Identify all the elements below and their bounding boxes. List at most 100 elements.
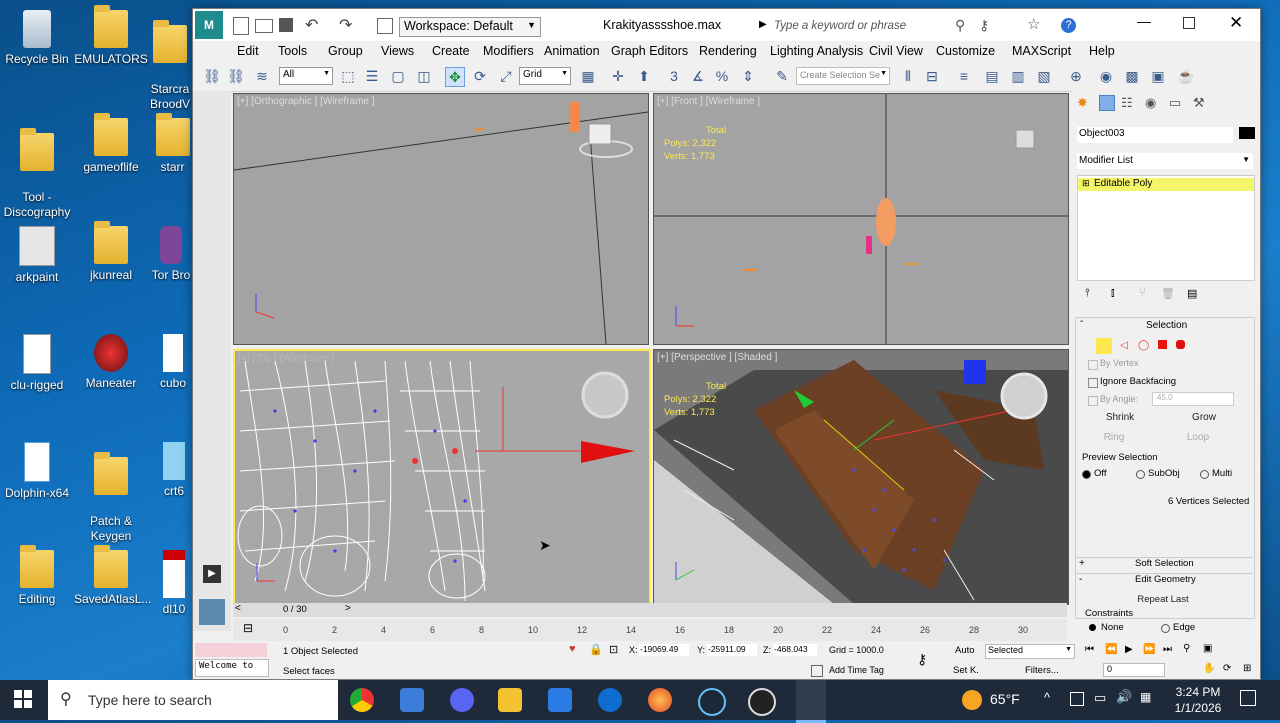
add-time-tag-button[interactable]: Add Time Tag [829, 665, 884, 675]
desktop-icon-gameoflife[interactable]: gameoflife [74, 113, 148, 175]
start-button-icon[interactable] [14, 690, 32, 708]
desktop-icon-dolphin[interactable]: Dolphin-x64 [0, 442, 74, 501]
key-filter-dropdown[interactable]: Selected ▼ [985, 644, 1075, 659]
material-editor-icon[interactable]: ◉ [1097, 67, 1115, 85]
binoculars-icon[interactable]: ⚲ [955, 17, 965, 34]
menu-graph-editors[interactable]: Graph Editors [611, 44, 688, 58]
ref-coord-dropdown[interactable]: Grid ▼ [519, 67, 571, 85]
desktop-icon-patch-keygen[interactable]: Patch & Keygen [74, 442, 148, 544]
menu-tools[interactable]: Tools [278, 44, 307, 58]
notification-icon[interactable] [1240, 690, 1256, 706]
clock[interactable]: 3:24 PM 1/1/2026 [1168, 684, 1228, 716]
chrome-icon[interactable] [350, 688, 374, 712]
open-icon[interactable] [255, 19, 273, 33]
percent-snap-icon[interactable]: % [713, 67, 731, 85]
named-selection-dropdown[interactable]: Create Selection Se ▼ [796, 67, 890, 85]
current-frame-field[interactable]: 0 [1103, 663, 1165, 677]
track-bar[interactable]: ⊟ 0 2 4 6 8 10 12 14 16 18 20 22 24 26 28 30 [233, 619, 1067, 641]
constraint-edge-radio[interactable] [1161, 624, 1170, 633]
next-frame-icon[interactable]: ⏩ [1143, 644, 1155, 655]
language-icon[interactable]: ▦ [1140, 690, 1151, 704]
menu-customize[interactable]: Customize [936, 44, 995, 58]
tray-app-icon[interactable] [1070, 692, 1084, 706]
volume-icon[interactable]: 🔊 [1116, 689, 1132, 705]
vertex-mode-icon[interactable] [1096, 338, 1112, 354]
viewport-label[interactable]: [+] [Perspective ] [Shaded ] [657, 352, 777, 363]
z-coordinate-field[interactable]: -468.043 [773, 644, 817, 656]
edge-mode-icon[interactable]: ◁ [1120, 340, 1128, 351]
app-logo-icon[interactable]: M [195, 11, 223, 39]
desktop-icon-dl10[interactable]: dl10 [152, 550, 196, 617]
keyboard-shortcut-icon[interactable]: ⬆ [635, 67, 653, 85]
desktop-icon-arkpaint[interactable]: arkpaint [0, 226, 74, 285]
menu-rendering[interactable]: Rendering [699, 44, 757, 58]
loop-button[interactable]: Loop [1164, 430, 1232, 446]
ring-button[interactable]: Ring [1080, 430, 1148, 446]
menu-create[interactable]: Create [432, 44, 470, 58]
tray-chevron-icon[interactable]: ^ [1044, 690, 1050, 705]
discord-icon[interactable] [450, 688, 474, 712]
menu-views[interactable]: Views [381, 44, 414, 58]
render-setup-icon[interactable]: ▩ [1123, 67, 1141, 85]
zoom-icon[interactable]: ⚲ [1183, 643, 1190, 654]
show-end-result-icon[interactable]: ⫾ [1111, 287, 1115, 300]
schematic-view-icon[interactable]: ⊕ [1067, 67, 1085, 85]
pan-icon[interactable]: ✋ [1203, 663, 1215, 674]
element-mode-icon[interactable] [1176, 340, 1185, 349]
orbit-icon[interactable]: ⟳ [1223, 663, 1231, 674]
network-icon[interactable]: ▭ [1094, 690, 1106, 706]
lock-selection-icon[interactable]: 🔒 [589, 643, 603, 656]
save-icon[interactable] [279, 18, 293, 32]
zoom-extents-icon[interactable]: ▣ [1203, 643, 1212, 654]
ignore-backfacing-checkbox[interactable] [1088, 378, 1098, 388]
goto-start-icon[interactable]: ⏮ [1085, 644, 1094, 655]
file-manager-icon[interactable] [400, 688, 424, 712]
modify-tab-icon[interactable] [1099, 95, 1115, 111]
snap-icon[interactable]: 3 [665, 67, 683, 85]
menu-modifiers[interactable]: Modifiers [483, 44, 534, 58]
weather-text[interactable]: 65°F [990, 691, 1020, 707]
display-tab-icon[interactable]: ▭ [1169, 95, 1181, 111]
desktop-icon-jkunreal[interactable]: jkunreal [74, 221, 148, 283]
steam-icon[interactable] [698, 688, 726, 716]
utilities-tab-icon[interactable]: ⚒ [1193, 95, 1205, 111]
link-icon[interactable]: ⛓ [203, 67, 221, 85]
explorer-icon[interactable] [498, 688, 522, 712]
desktop-icon-editing[interactable]: Editing [0, 545, 74, 607]
time-tag-icon[interactable] [811, 665, 823, 677]
rendered-frame-icon[interactable]: ▣ [1149, 67, 1167, 85]
edit-geometry-header[interactable]: Edit Geometry [1135, 574, 1196, 585]
create-tab-icon[interactable]: ✸ [1077, 95, 1088, 111]
desktop-icon-cubo[interactable]: cubo [150, 334, 196, 391]
constraint-none-radio[interactable] [1089, 624, 1096, 631]
filters-button[interactable]: Filters... [1025, 665, 1059, 676]
angle-snap-icon[interactable]: ∡ [689, 67, 707, 85]
desktop-icon-emulators[interactable]: EMULATORS [74, 5, 148, 67]
maximize-viewport-icon[interactable]: ⊞ [1243, 663, 1251, 674]
undo-icon[interactable]: ↶ [305, 15, 318, 35]
play-animation-icon[interactable]: ▶ [1125, 644, 1133, 655]
time-slider-next-icon[interactable]: > [345, 603, 351, 614]
desktop-icon-maneater[interactable]: Maneater [74, 334, 148, 391]
track-bar-icon[interactable]: ⊟ [243, 621, 253, 635]
key-icon[interactable]: ⚷ [979, 17, 989, 34]
desktop-icon-clu-rigged[interactable]: clu-rigged [0, 334, 74, 393]
bind-spacewarp-icon[interactable]: ≋ [253, 67, 271, 85]
prev-frame-icon[interactable]: ⏪ [1105, 644, 1117, 655]
workspace-dropdown[interactable]: Workspace: Default ▼ [399, 17, 541, 37]
object-name-field[interactable]: Object003 [1077, 127, 1233, 143]
rollout-collapse-icon[interactable]: - [1080, 316, 1083, 327]
rollout-collapse-icon[interactable]: - [1079, 574, 1082, 585]
scale-icon[interactable]: ⤢ [497, 67, 515, 85]
minimize-icon[interactable]: — [1137, 13, 1151, 29]
render-icon[interactable]: ☕ [1177, 67, 1195, 85]
polygon-mode-icon[interactable] [1158, 340, 1167, 349]
pin-stack-icon[interactable]: ⫯ [1085, 287, 1090, 300]
menu-help[interactable]: Help [1089, 44, 1115, 58]
motion-tab-icon[interactable]: ◉ [1145, 95, 1156, 111]
rect-region-icon[interactable]: ▢ [389, 67, 407, 85]
obs-icon[interactable] [748, 688, 776, 716]
expand-arrow-icon[interactable]: ▶ [203, 565, 221, 583]
unlink-icon[interactable]: ⛓ [227, 67, 245, 85]
move-icon[interactable]: ✥ [445, 67, 465, 87]
